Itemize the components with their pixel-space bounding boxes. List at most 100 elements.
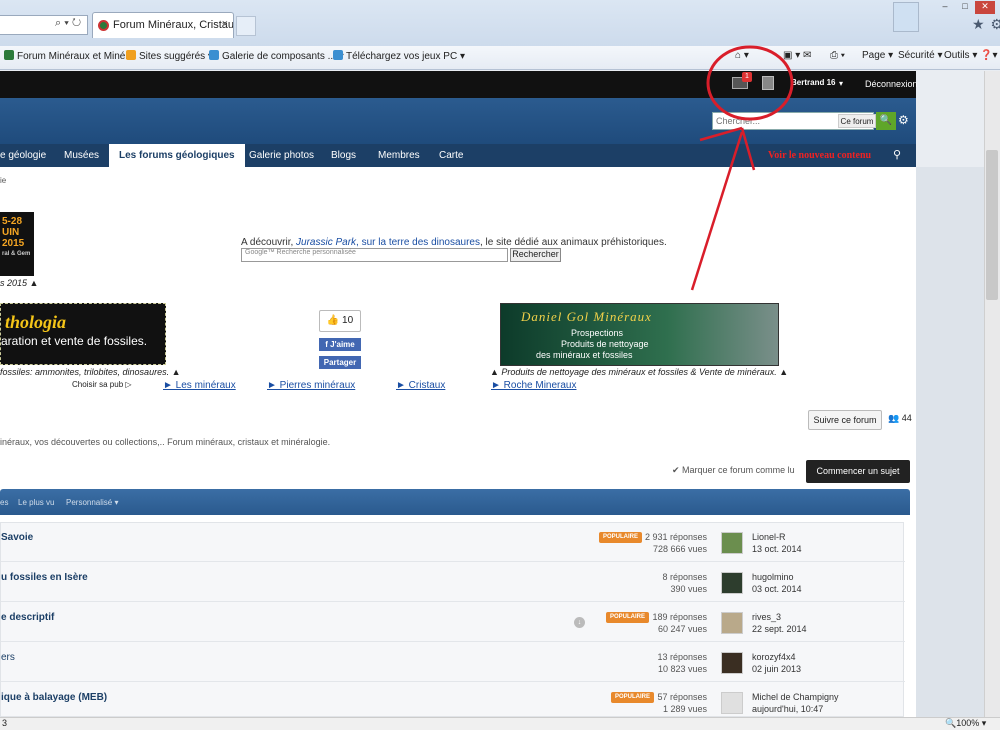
topic-row[interactable]: e descriptif ↓ POPULAIRE 189 réponses 60… (1, 603, 905, 642)
topic-views: 728 666 vues (652, 544, 707, 554)
nav-membres[interactable]: Membres (378, 144, 420, 167)
feeds-icon[interactable]: ▣ ▾ ✉ (783, 50, 811, 61)
avatar[interactable] (721, 532, 743, 554)
logout-link[interactable]: Déconnexion (865, 79, 918, 89)
topic-row[interactable]: ers 13 réponses 10 823 vues korozyf4x4 0… (1, 643, 905, 682)
topic-title[interactable]: ique à balayage (MEB) (1, 692, 107, 703)
search-button[interactable]: 🔍 (876, 112, 896, 130)
topic-author[interactable]: korozyf4x4 (752, 652, 796, 662)
nav-blogs[interactable]: Blogs (331, 144, 356, 167)
security-menu[interactable]: Sécurité ▾ (898, 50, 942, 61)
browser-tab[interactable]: Forum Minéraux, Cristaux e... × (92, 12, 234, 38)
like-count: 👍 10 (319, 310, 361, 332)
promo-link[interactable]: Jurassic Park (296, 237, 356, 248)
user-bar (0, 71, 916, 98)
topic-title[interactable]: ers (1, 652, 15, 663)
new-topic-button[interactable]: Commencer un sujet (806, 460, 910, 483)
favorite-forum-mineraux[interactable]: Forum Minéraux et Minér... (4, 50, 136, 62)
avatar[interactable] (721, 572, 743, 594)
nav-galerie[interactable]: Galerie photos (249, 144, 314, 167)
print-icon[interactable]: ⎙ ▾ (830, 50, 845, 61)
nav-new-content[interactable]: Voir le nouveau contenu (768, 144, 871, 167)
promo-text: A découvrir, Jurassic Park, sur la terre… (241, 237, 667, 248)
nav-geologie[interactable]: e géologie (0, 144, 46, 167)
mineral-ad-title: Daniel Gol Minéraux (521, 309, 652, 324)
topic-row[interactable]: u fossiles en Isère 8 réponses 390 vues … (1, 563, 905, 602)
search-scope[interactable]: Ce forum (838, 114, 876, 128)
favorite-gallery[interactable]: Galerie de composants ... ▾ (209, 50, 344, 62)
home-icon[interactable]: ⌂ ▾ (735, 50, 749, 61)
facebook-like-button[interactable]: f J'aime (319, 338, 361, 351)
favorite-icon (4, 50, 14, 60)
search-input[interactable] (713, 113, 833, 129)
favorite-games[interactable]: Téléchargez vos jeux PC ▾ (333, 50, 465, 62)
scrollbar-thumb[interactable] (986, 150, 998, 300)
topic-row[interactable]: Savoie POPULAIRE 2 931 réponses 728 666 … (1, 523, 905, 562)
minimize-button[interactable]: – (935, 1, 955, 14)
zoom-level[interactable]: 🔍100% ▾ (945, 718, 986, 729)
mineral-ad-line: des minéraux et fossiles (536, 350, 633, 360)
topic-title[interactable]: Savoie (1, 532, 33, 543)
mineral-ad-line: Prospections (571, 328, 624, 338)
facebook-share-button[interactable]: Partager (319, 356, 361, 369)
tab-recent[interactable]: es (0, 498, 8, 507)
close-window-button[interactable]: ✕ (975, 1, 995, 14)
follow-forum-button[interactable]: Suivre ce forum (808, 410, 882, 430)
promo-mid[interactable]: , sur la terre des dinosaures (356, 237, 480, 248)
event-banner[interactable]: 5-28 UIN 2015 ral & Gem (0, 212, 34, 276)
choose-ad-link[interactable]: Choisir sa pub ▷ (72, 380, 132, 389)
avatar[interactable] (721, 612, 743, 634)
breadcrumb[interactable]: ie (0, 176, 6, 185)
mineral-ad-banner[interactable]: Daniel Gol Minéraux Prospections Produit… (500, 303, 779, 366)
new-tab-button[interactable] (236, 16, 256, 36)
avatar[interactable] (721, 692, 743, 714)
favorites-tools-icons[interactable]: ★⚙ (972, 16, 1000, 33)
search-options-icon[interactable]: ⚙ (898, 113, 909, 127)
topic-replies: 189 réponses (652, 612, 707, 622)
fossil-ad-title: thologia (5, 312, 67, 332)
page-menu[interactable]: Page ▾ (862, 50, 893, 61)
favorite-label: Galerie de composants ... ▾ (222, 51, 344, 62)
tab-close-icon[interactable]: × (222, 18, 228, 30)
ad-link-pierres[interactable]: ► Pierres minéraux (267, 380, 355, 391)
location-pin-icon[interactable]: ⚲ (893, 148, 901, 161)
nav-musees[interactable]: Musées (64, 144, 99, 167)
tab-most-viewed[interactable]: Le plus vu (18, 498, 54, 507)
topic-title[interactable]: u fossiles en Isère (1, 572, 88, 583)
fossil-ad-banner[interactable]: thologia aration et vente de fossiles. (0, 303, 166, 365)
popular-badge: POPULAIRE (606, 612, 650, 623)
topic-author[interactable]: hugolmino (752, 572, 794, 582)
favorite-suggested-sites[interactable]: Sites suggérés ▾ (126, 50, 213, 62)
topic-views: 60 247 vues (657, 624, 707, 634)
address-bar-icons[interactable]: ⌕ ▾ ↻ (55, 17, 81, 30)
event-line: ral & Gem (2, 251, 31, 257)
topic-views: 1 289 vues (662, 704, 707, 714)
topic-list: Savoie POPULAIRE 2 931 réponses 728 666 … (0, 522, 905, 722)
download-icon[interactable]: ↓ (574, 617, 585, 628)
topic-author[interactable]: Lionel-R (752, 532, 786, 542)
notifications-icon[interactable] (762, 76, 774, 90)
site-favicon (98, 20, 109, 31)
topic-title[interactable]: e descriptif (1, 612, 54, 623)
mark-read-link[interactable]: ✔ Marquer ce forum comme lu (672, 465, 795, 476)
topic-author[interactable]: rives_3 (752, 612, 781, 622)
ad-link-roche[interactable]: ► Roche Mineraux (491, 380, 577, 391)
topic-author[interactable]: Michel de Champigny (752, 692, 839, 702)
ad-link-cristaux[interactable]: ► Cristaux (396, 380, 445, 391)
favorite-icon (126, 50, 136, 60)
tools-menu[interactable]: Outils ▾ (944, 50, 977, 61)
followers-count[interactable]: 👥 44 (888, 413, 912, 424)
ad-link-mineraux[interactable]: ► Les minéraux (163, 380, 236, 391)
tab-custom[interactable]: Personnalisé ▾ (66, 498, 119, 507)
nav-forums[interactable]: Les forums géologiques (109, 144, 245, 167)
mineral-ad-caption: ▲ Produits de nettoyage des minéraux et … (490, 367, 789, 377)
help-menu[interactable]: ❓▾ (980, 50, 997, 61)
avatar[interactable] (721, 652, 743, 674)
nav-carte[interactable]: Carte (439, 144, 463, 167)
topic-date: 22 sept. 2014 (752, 624, 807, 634)
google-search-button[interactable]: Rechercher (510, 248, 561, 262)
user-name[interactable]: Bertrand 16 (791, 78, 836, 87)
user-menu-caret-icon[interactable]: ▾ (839, 79, 843, 88)
google-search-input[interactable]: Google™ Recherche personnalisée (241, 248, 508, 262)
maximize-button[interactable]: □ (955, 1, 975, 14)
